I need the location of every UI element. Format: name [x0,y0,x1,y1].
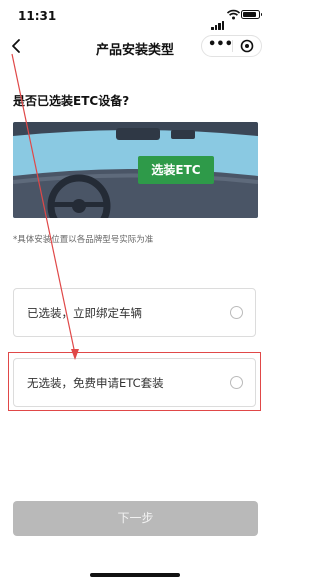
option-label: 已选装，立即绑定车辆 [27,306,142,320]
car-interior-illustration [13,122,258,218]
battery-icon [241,10,262,19]
question-heading: 是否已选装ETC设备? [13,94,130,108]
install-note: *具体安装位置以各品牌型号实际为准 [13,235,154,245]
radio-icon[interactable] [230,306,243,319]
mini-program-capsule: ••• [201,35,262,57]
option-bind-vehicle[interactable]: 已选装，立即绑定车辆 [13,288,256,337]
home-indicator [90,573,180,577]
highlight-box [8,352,261,411]
status-time: 11:31 [18,9,57,23]
more-icon[interactable]: ••• [208,38,233,54]
signal-icon [211,11,225,30]
wifi-icon [227,9,240,20]
etc-tag: 选装ETC [138,156,214,184]
close-target-icon[interactable] [240,39,254,53]
capsule-divider [232,40,233,52]
next-step-button[interactable]: 下一步 [13,501,258,536]
etc-banner: 选装ETC [13,122,258,218]
